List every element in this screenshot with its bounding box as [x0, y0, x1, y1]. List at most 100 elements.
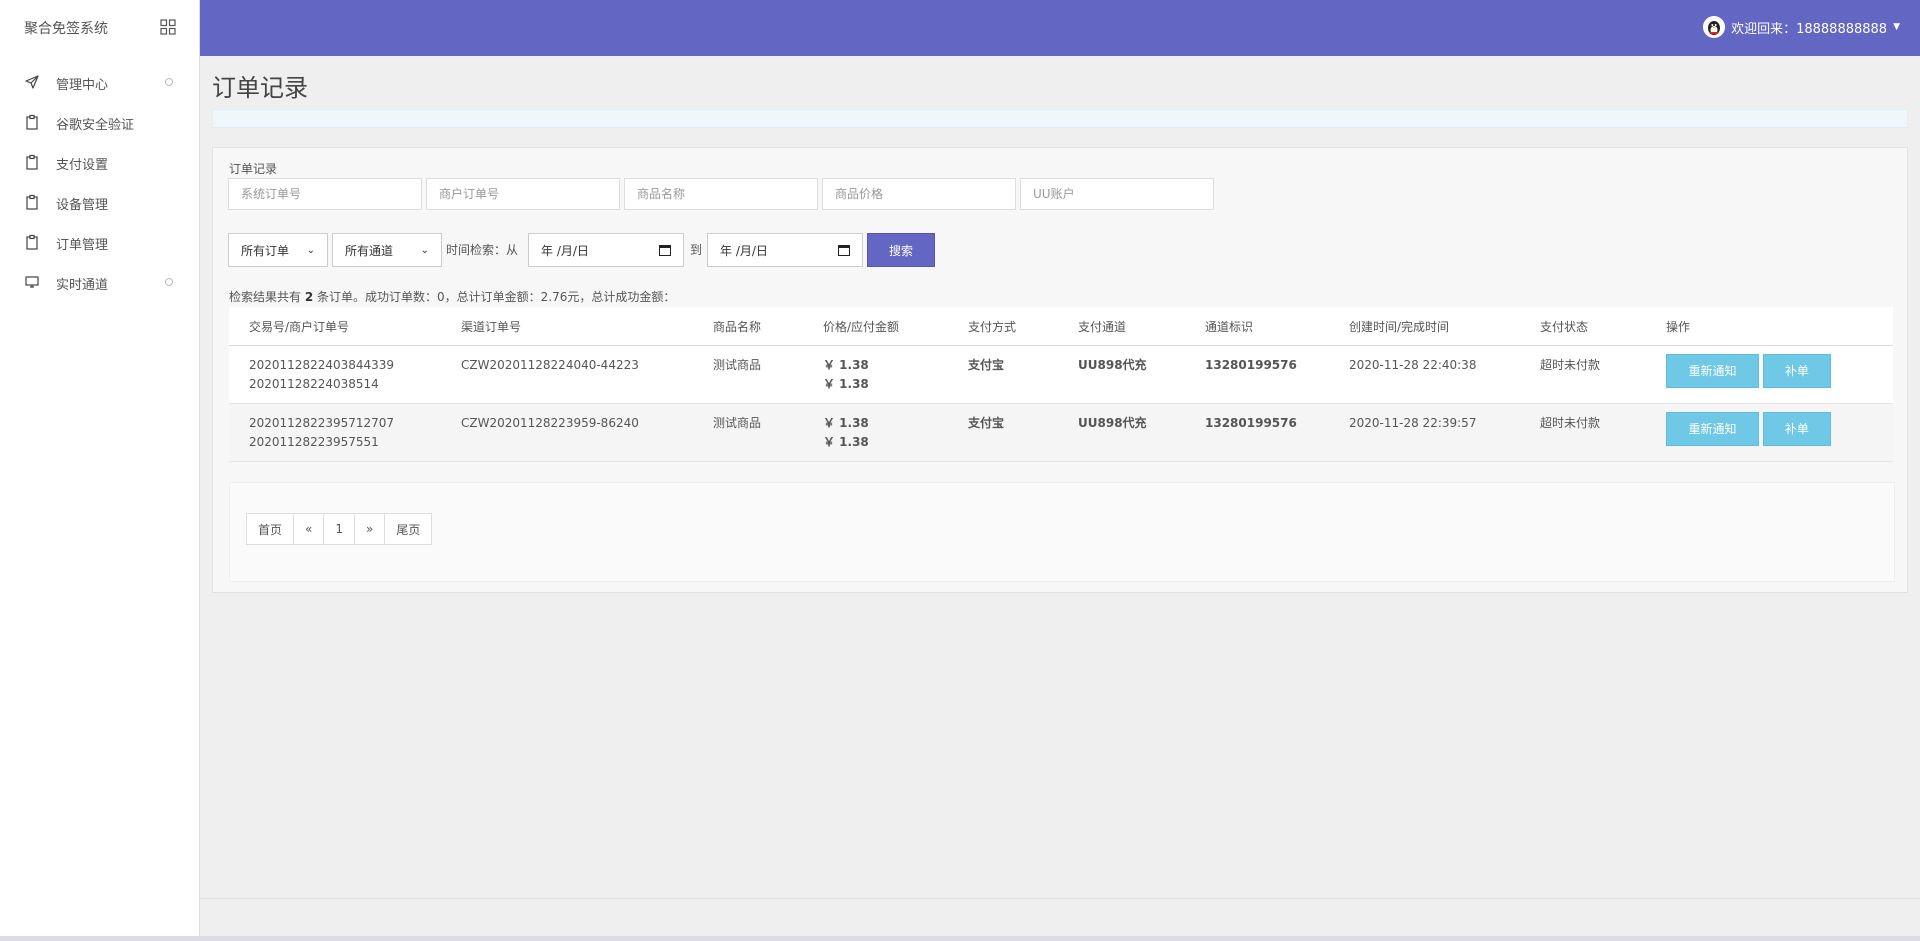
col-header: 渠道订单号: [441, 307, 693, 346]
order-type-select[interactable]: 所有订单 ⌄: [228, 233, 328, 267]
status-cell: 超时未付款: [1520, 345, 1646, 404]
channel-id-cell: 13280199576: [1185, 345, 1329, 404]
orders-table: 交易号/商户订单号 渠道订单号 商品名称 价格/应付金额 支付方式 支付通道 通…: [229, 307, 1893, 462]
sidebar-item-google-auth[interactable]: 谷歌安全验证: [0, 102, 199, 142]
uu-account-input[interactable]: [1020, 178, 1214, 210]
channel-id-cell: 13280199576: [1185, 403, 1329, 462]
col-header: 创建时间/完成时间: [1329, 307, 1520, 346]
last-page-link[interactable]: 尾页: [385, 514, 431, 544]
system-order-input[interactable]: [228, 178, 422, 210]
footer-divider: [200, 898, 1920, 899]
actions-cell: 重新通知 补单: [1646, 345, 1893, 404]
renotify-button[interactable]: 重新通知: [1666, 412, 1759, 446]
sidebar-item-admin-center[interactable]: 管理中心: [0, 62, 199, 102]
sidebar-item-payment-settings[interactable]: 支付设置: [0, 142, 199, 182]
trade-no-cell: 2020112822395712707 20201128223957551: [229, 403, 441, 462]
caret-down-icon: ▼: [1893, 22, 1900, 32]
price-cell: ￥ 1.38 ￥ 1.38: [803, 345, 948, 404]
calendar-icon[interactable]: [838, 244, 850, 256]
price: ￥ 1.38: [823, 416, 869, 430]
merchant-no: 20201128224038514: [249, 377, 379, 391]
channel-cell: UU898代充: [1058, 345, 1185, 404]
submenu-indicator: [165, 78, 173, 86]
search-button[interactable]: 搜索: [867, 233, 935, 267]
welcome-text: 欢迎回来：18888888888: [1731, 21, 1888, 37]
pay-method-cell: 支付宝: [948, 345, 1058, 404]
product-cell: 测试商品: [693, 345, 803, 404]
time-search-label: 时间检索：从: [446, 243, 519, 257]
product-cell: 测试商品: [693, 403, 803, 462]
sidebar-item-order-management[interactable]: 订单管理: [0, 222, 199, 262]
sidebar-item-realtime-channel[interactable]: 实时通道: [0, 262, 199, 302]
clipboard-icon: [26, 154, 38, 170]
created-cell: 2020-11-28 22:40:38: [1329, 345, 1520, 404]
col-header: 通道标识: [1185, 307, 1329, 346]
col-header: 支付方式: [948, 307, 1058, 346]
notice-bar: [212, 109, 1908, 128]
sidebar-item-label: 实时通道: [56, 278, 109, 293]
product-name-input[interactable]: [624, 178, 818, 210]
send-icon: [25, 75, 39, 89]
product-price-input[interactable]: [822, 178, 1016, 210]
price: ￥ 1.38: [823, 358, 869, 372]
order-panel: 订单记录 所有订单 ⌄ 所有通道 ⌄ 时间检索：从 年 /月/日 到 年 /月/…: [212, 147, 1908, 593]
monitor-icon: [25, 276, 39, 288]
calendar-icon[interactable]: [659, 244, 671, 256]
summary-prefix: 检索结果共有: [229, 290, 302, 304]
col-header: 操作: [1646, 307, 1893, 346]
first-page-link[interactable]: 首页: [247, 514, 295, 544]
clipboard-icon: [26, 114, 38, 130]
col-header: 商品名称: [693, 307, 803, 346]
created-cell: 2020-11-28 22:39:57: [1329, 403, 1520, 462]
summary-count: 2: [304, 290, 314, 304]
col-header: 支付状态: [1520, 307, 1646, 346]
merchant-order-input[interactable]: [426, 178, 620, 210]
merchant-no: 20201128223957551: [249, 435, 379, 449]
sidebar-item-device-management[interactable]: 设备管理: [0, 182, 199, 222]
channel-order-cell: CZW20201128223959-86240: [441, 403, 693, 462]
channel-value: 所有通道: [345, 243, 394, 258]
date-from-input[interactable]: 年 /月/日: [528, 233, 684, 267]
pay-amount: ￥ 1.38: [823, 377, 869, 391]
table-header-row: 交易号/商户订单号 渠道订单号 商品名称 价格/应付金额 支付方式 支付通道 通…: [229, 307, 1893, 346]
renotify-button[interactable]: 重新通知: [1666, 354, 1759, 388]
page-title: 订单记录: [212, 74, 308, 102]
sidebar-item-label: 设备管理: [56, 198, 109, 213]
col-header: 支付通道: [1058, 307, 1185, 346]
status-cell: 超时未付款: [1520, 403, 1646, 462]
brand-title: 聚合免签系统: [24, 21, 108, 37]
pagination: 首页 « 1 » 尾页: [246, 513, 433, 545]
to-label: 到: [690, 243, 703, 257]
channel-select[interactable]: 所有通道 ⌄: [332, 233, 442, 267]
sidebar-item-label: 管理中心: [56, 78, 109, 93]
result-summary: 检索结果共有 2 条订单。成功订单数：0，总计订单金额：2.76元，总计成功金额…: [229, 288, 675, 305]
pay-amount: ￥ 1.38: [823, 435, 869, 449]
date-to-value: 年 /月/日: [720, 243, 768, 258]
sidebar-item-label: 支付设置: [56, 158, 109, 173]
trade-no: 2020112822395712707: [249, 416, 395, 430]
grid-icon[interactable]: [160, 19, 176, 35]
next-page-link[interactable]: »: [355, 514, 386, 544]
col-header: 交易号/商户订单号: [229, 307, 441, 346]
penguin-avatar-icon: [1703, 16, 1726, 38]
sidebar-nav: 管理中心 谷歌安全验证 支付设置 设备管理 订单管理 实时通道: [0, 62, 199, 302]
channel-cell: UU898代充: [1058, 403, 1185, 462]
pay-method-cell: 支付宝: [948, 403, 1058, 462]
reissue-button[interactable]: 补单: [1762, 412, 1831, 446]
table-row: 2020112822403844339 20201128224038514 CZ…: [229, 345, 1893, 404]
sidebar-item-label: 订单管理: [56, 238, 109, 253]
col-header: 价格/应付金额: [803, 307, 948, 346]
horizontal-scrollbar[interactable]: [0, 936, 1920, 941]
reissue-button[interactable]: 补单: [1762, 354, 1831, 388]
channel-order-cell: CZW20201128224040-44223: [441, 345, 693, 404]
clipboard-icon: [26, 194, 38, 210]
page-1-link[interactable]: 1: [324, 514, 355, 544]
clipboard-icon: [26, 234, 38, 250]
panel-label: 订单记录: [229, 162, 278, 176]
user-menu[interactable]: 欢迎回来：18888888888 ▼: [1703, 16, 1900, 38]
date-to-input[interactable]: 年 /月/日: [707, 233, 863, 267]
trade-no-cell: 2020112822403844339 20201128224038514: [229, 345, 441, 404]
summary-suffix: 条订单。成功订单数：0，总计订单金额：2.76元，总计成功金额：: [317, 290, 676, 304]
prev-page-link[interactable]: «: [294, 514, 325, 544]
chevron-down-icon: ⌄: [420, 244, 429, 256]
